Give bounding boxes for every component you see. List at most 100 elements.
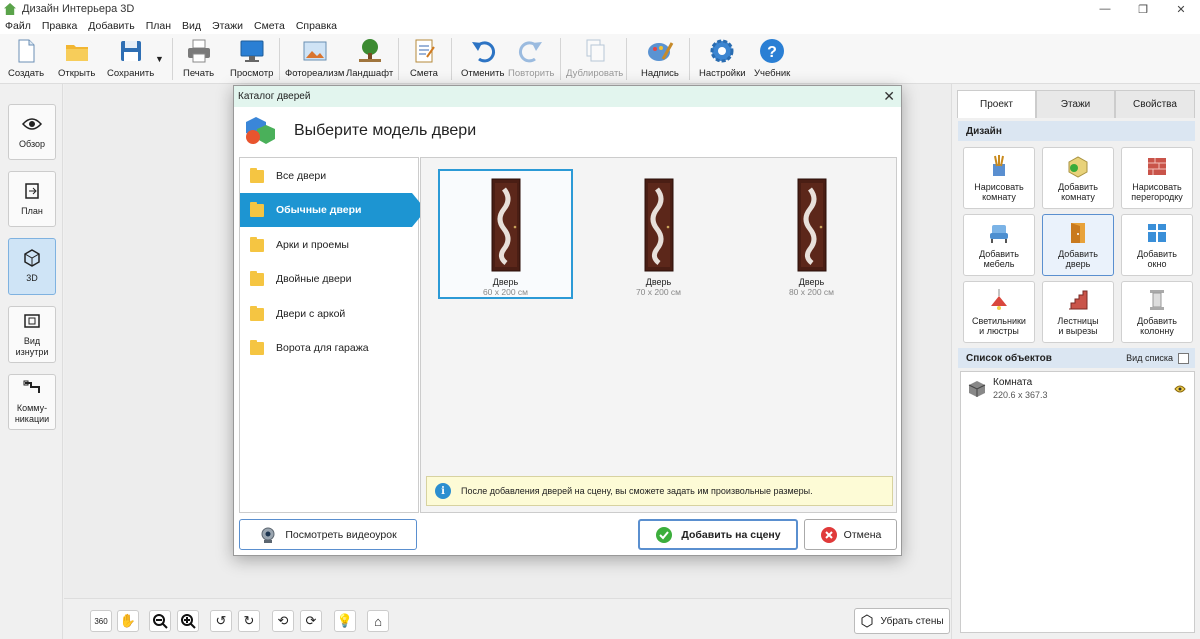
add-room-icon xyxy=(1068,156,1088,178)
pan-hand-button[interactable]: ✋ xyxy=(117,610,139,632)
duplicate-button[interactable]: Дублировать xyxy=(566,37,623,83)
overview-button[interactable]: Обзор xyxy=(8,104,56,160)
object-name: Комната xyxy=(993,377,1033,388)
minimize-button[interactable]: — xyxy=(1086,0,1124,18)
rotate-left-icon: ↺ xyxy=(215,613,227,628)
check-circle-icon xyxy=(656,526,673,543)
svg-text:?: ? xyxy=(767,44,777,61)
open-button[interactable]: Открыть xyxy=(58,37,95,83)
tutorial-button[interactable]: ? Учебник xyxy=(754,37,790,83)
add-window-button[interactable]: Добавить окно xyxy=(1121,214,1193,276)
rotate-right-button[interactable]: ↻ xyxy=(238,610,260,632)
folder-icon xyxy=(250,236,264,252)
orbit-right-icon: ⟳ xyxy=(305,613,317,628)
orbit-right-button[interactable]: ⟳ xyxy=(300,610,322,632)
menu-floors[interactable]: Этажи xyxy=(212,20,243,32)
menu-bar: Файл Правка Добавить План Вид Этажи Смет… xyxy=(0,18,1200,34)
brick-wall-icon xyxy=(1148,158,1166,175)
orbit-left-button[interactable]: ⟲ xyxy=(272,610,294,632)
objects-list-title: Список объектов xyxy=(966,352,1052,364)
print-button[interactable]: Печать xyxy=(183,37,214,83)
draw-room-button[interactable]: Нарисовать комнату xyxy=(963,147,1035,209)
3d-view-button[interactable]: 3D xyxy=(8,238,56,295)
add-column-button[interactable]: Добавить колонну xyxy=(1121,281,1193,343)
object-dims: 220.6 x 367.3 xyxy=(993,390,1048,400)
draw-partition-button[interactable]: Нарисовать перегородку xyxy=(1121,147,1193,209)
view-mode-panel: Обзор План 3D Вид изнутри Комму- никации xyxy=(0,84,63,639)
dialog-title-bar: Каталог дверей ✕ xyxy=(234,86,901,107)
window-title: Дизайн Интерьера 3D xyxy=(22,3,135,15)
plan-icon xyxy=(25,182,39,199)
view-list-toggle[interactable]: Вид списка xyxy=(1126,352,1189,364)
objects-list: Комната 220.6 x 367.3 xyxy=(960,371,1195,633)
category-arched-doors[interactable]: Двери с аркой xyxy=(240,297,420,331)
restore-button[interactable]: ❐ xyxy=(1124,0,1162,18)
rotate-left-button[interactable]: ↺ xyxy=(210,610,232,632)
redo-button[interactable]: Повторить xyxy=(508,37,554,83)
category-garage-gates[interactable]: Ворота для гаража xyxy=(240,331,420,365)
design-section-title: Дизайн xyxy=(958,121,1195,141)
door-model-70[interactable]: Дверь 70 x 200 см xyxy=(591,169,726,299)
add-room-button[interactable]: Добавить комнату xyxy=(1042,147,1114,209)
communications-button[interactable]: Комму- никации xyxy=(8,374,56,430)
rotate-360-button[interactable]: 360 xyxy=(90,610,112,632)
inside-view-button[interactable]: Вид изнутри xyxy=(8,306,56,363)
captions-button[interactable]: Надпись xyxy=(641,37,679,83)
zoom-in-button[interactable] xyxy=(177,610,199,632)
viewport-controls: 360 ✋ ↺ ↻ ⟲ ⟳ 💡 ⌂ Убрать стены xyxy=(64,598,951,639)
pipes-icon xyxy=(23,380,40,393)
redo-arrow-icon xyxy=(519,41,543,63)
info-banner: i После добавления дверей на сцену, вы с… xyxy=(426,476,893,506)
tab-properties[interactable]: Свойства xyxy=(1115,90,1195,118)
dialog-header: Выберите модель двери xyxy=(234,107,901,155)
close-window-button[interactable]: ✕ xyxy=(1162,0,1200,18)
preview-button[interactable]: Просмотр xyxy=(230,37,273,83)
add-to-scene-button[interactable]: Добавить на сцену xyxy=(638,519,798,550)
category-all-doors[interactable]: Все двери xyxy=(240,159,420,193)
watch-video-button[interactable]: Посмотреть видеоурок xyxy=(239,519,417,550)
light-button[interactable]: 💡 xyxy=(334,610,356,632)
project-panel: Проект Этажи Свойства Дизайн Нарисовать … xyxy=(951,84,1200,639)
tab-floors[interactable]: Этажи xyxy=(1036,90,1115,118)
category-regular-doors[interactable]: Обычные двери xyxy=(240,193,426,227)
folder-icon xyxy=(250,201,264,217)
door-model-60[interactable]: Дверь 60 x 200 см xyxy=(438,169,573,299)
remove-walls-button[interactable]: Убрать стены xyxy=(854,608,950,634)
landscape-button[interactable]: Ландшафт xyxy=(346,37,393,83)
door-model-80[interactable]: Дверь 80 x 200 см xyxy=(744,169,879,299)
visibility-eye-icon[interactable] xyxy=(1174,384,1186,394)
list-view-icon xyxy=(1178,352,1189,364)
home-view-button[interactable]: ⌂ xyxy=(367,610,389,632)
menu-add[interactable]: Добавить xyxy=(88,20,134,32)
save-button[interactable]: Сохранить xyxy=(107,37,154,83)
add-furniture-button[interactable]: Добавить мебель xyxy=(963,214,1035,276)
list-item[interactable]: Комната 220.6 x 367.3 xyxy=(965,376,1190,404)
menu-plan[interactable]: План xyxy=(146,20,171,32)
objects-section: Список объектов Вид списка xyxy=(958,348,1195,368)
undo-button[interactable]: Отменить xyxy=(461,37,504,83)
cancel-button[interactable]: Отмена xyxy=(804,519,897,550)
create-button[interactable]: Создать xyxy=(8,37,44,83)
photoreal-button[interactable]: Фотореализм xyxy=(285,37,344,83)
lightbulb-icon: 💡 xyxy=(336,613,354,628)
menu-file[interactable]: Файл xyxy=(5,20,31,32)
category-double-doors[interactable]: Двойные двери xyxy=(240,262,420,296)
menu-help[interactable]: Справка xyxy=(296,20,337,32)
zoom-out-button[interactable] xyxy=(149,610,171,632)
menu-view[interactable]: Вид xyxy=(182,20,201,32)
estimate-button[interactable]: Смета xyxy=(410,37,438,83)
tab-project[interactable]: Проект xyxy=(957,90,1036,118)
gear-icon xyxy=(710,39,734,63)
lights-button[interactable]: Светильники и люстры xyxy=(963,281,1035,343)
category-list: Все двери Обычные двери Арки и проемы Дв… xyxy=(239,157,426,513)
add-door-button[interactable]: Добавить дверь xyxy=(1042,214,1114,276)
menu-edit[interactable]: Правка xyxy=(42,20,77,32)
menu-estimate[interactable]: Смета xyxy=(254,20,285,32)
app-house-icon xyxy=(4,3,16,15)
home-icon: ⌂ xyxy=(374,613,382,629)
plan-view-button[interactable]: План xyxy=(8,171,56,227)
category-arches[interactable]: Арки и проемы xyxy=(240,228,420,262)
settings-button[interactable]: Настройки xyxy=(699,37,746,83)
stairs-button[interactable]: Лестницы и вырезы xyxy=(1042,281,1114,343)
dialog-close-icon[interactable]: ✕ xyxy=(883,88,895,105)
